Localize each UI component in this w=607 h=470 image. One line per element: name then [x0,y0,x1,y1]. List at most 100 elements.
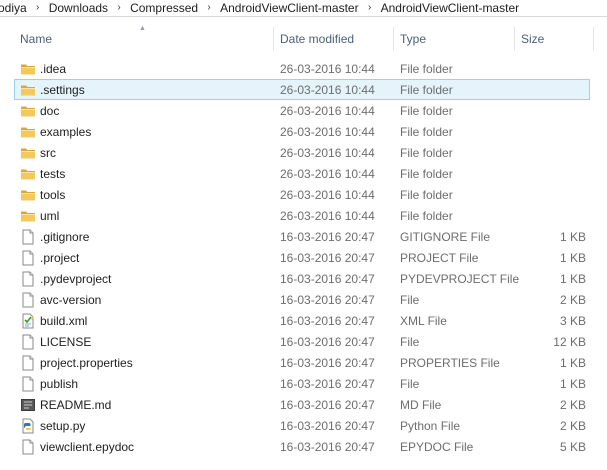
file-row[interactable]: .pydevproject 16-03-2016 20:47 PYDEVPROJEC… [14,268,590,289]
file-type: PROJECT File [400,251,479,265]
file-type: EPYDOC File [400,440,474,454]
file-icon [20,269,36,288]
file-date-modified: 16-03-2016 20:47 [280,335,375,349]
file-date-modified: 26-03-2016 10:44 [280,167,375,181]
file-row[interactable]: publish 16-03-2016 20:47 File 1 KB [14,373,590,394]
file-name: examples [40,125,92,139]
file-name: README.md [40,398,112,412]
file-icon [20,374,36,393]
file-size: 1 KB [559,230,586,244]
file-name: avc-version [40,293,102,307]
folder-icon [20,185,36,204]
folder-icon [20,206,36,225]
file-size [515,101,586,120]
file-type: GITIGNORE File [400,230,491,244]
file-date-modified: 16-03-2016 20:47 [280,356,375,370]
file-row[interactable]: README.md 16-03-2016 20:47 MD File 2 KB [14,394,590,415]
file-name: tools [40,188,66,202]
file-type: File folder [400,125,453,139]
file-date-modified: 16-03-2016 20:47 [280,293,375,307]
file-row[interactable]: LICENSE 16-03-2016 20:47 File 12 KB [14,331,590,352]
file-size: 1 KB [559,377,586,391]
file-size [515,59,586,78]
file-date-modified: 16-03-2016 20:47 [280,272,375,286]
file-type: PROPERTIES File [400,356,500,370]
file-name: .project [40,251,80,265]
file-type: File folder [400,188,453,202]
folder-row[interactable]: tools 26-03-2016 10:44 File folder [14,184,590,205]
file-name: setup.py [40,419,86,433]
file-date-modified: 26-03-2016 10:44 [280,146,375,160]
file-icon [20,353,36,372]
file-row[interactable]: viewclient.epydoc 16-03-2016 20:47 EPYDOC … [14,436,590,457]
folder-row[interactable]: examples 26-03-2016 10:44 File folder [14,121,590,142]
breadcrumb-item[interactable]: AndroidViewClient-master [216,0,363,16]
file-date-modified: 16-03-2016 20:47 [280,230,375,244]
file-date-modified: 16-03-2016 20:47 [280,251,375,265]
breadcrumb-item[interactable]: AndroidViewClient-master [377,0,524,16]
file-size: 1 KB [559,356,586,370]
file-row[interactable]: .project 16-03-2016 20:47 PROJECT File 1 KB [14,247,590,268]
python-file-icon [20,416,36,435]
folder-icon [20,122,36,141]
column-divider[interactable] [593,27,594,51]
file-row[interactable]: setup.py 16-03-2016 20:47 Python File 2 KB [14,415,590,436]
file-name: .settings [40,83,85,97]
folder-icon [20,59,36,78]
file-date-modified: 26-03-2016 10:44 [280,62,375,76]
column-header-size[interactable]: Size [515,25,593,52]
file-row[interactable]: .gitignore 16-03-2016 20:47 GITIGNORE File… [14,226,590,247]
folder-row[interactable]: uml 26-03-2016 10:44 File folder [14,205,590,226]
file-name: tests [40,167,66,181]
breadcrumb-item[interactable]: odiya [0,0,31,16]
folder-row[interactable]: .idea 26-03-2016 10:44 File folder [14,58,590,79]
folder-icon [20,80,36,99]
file-type: File folder [400,104,453,118]
breadcrumb-item[interactable]: Downloads [45,0,112,16]
folder-row[interactable]: .settings 26-03-2016 10:44 File folder [14,79,590,100]
file-date-modified: 26-03-2016 10:44 [280,83,375,97]
file-date-modified: 16-03-2016 20:47 [280,314,375,328]
file-size [515,143,586,162]
file-row[interactable]: avc-version 16-03-2016 20:47 File 2 KB [14,289,590,310]
file-size [515,80,586,99]
file-date-modified: 26-03-2016 10:44 [280,104,375,118]
folder-icon [20,101,36,120]
file-type: File [400,377,420,391]
file-size [515,164,586,183]
breadcrumb: odiya › Downloads › Compressed › Android… [0,0,607,17]
column-header-type[interactable]: Type [394,25,514,52]
folder-row[interactable]: src 26-03-2016 10:44 File folder [14,142,590,163]
file-type: MD File [400,398,442,412]
column-header-name[interactable]: Name [14,25,274,52]
file-row[interactable]: project.properties 16-03-2016 20:47 PROPER… [14,352,590,373]
file-type: Python File [400,419,461,433]
file-type: XML File [400,314,447,328]
file-date-modified: 16-03-2016 20:47 [280,419,375,433]
file-size: 3 KB [559,314,586,328]
chevron-right-icon[interactable]: › [202,0,216,16]
chevron-right-icon[interactable]: › [31,0,45,16]
file-name: viewclient.epydoc [40,440,135,454]
file-size [515,122,586,141]
file-date-modified: 26-03-2016 10:44 [280,188,375,202]
file-date-modified: 16-03-2016 20:47 [280,377,375,391]
column-header-date[interactable]: Date modified [274,25,393,52]
xml-file-icon [20,311,36,330]
file-size [515,206,586,225]
file-name: project.properties [40,356,133,370]
file-type: PYDEVPROJECT File [400,272,520,286]
breadcrumb-item[interactable]: Compressed [126,0,202,16]
file-size: 12 KB [553,335,586,349]
chevron-right-icon[interactable]: › [363,0,377,16]
file-name: .idea [40,62,67,76]
file-size: 1 KB [559,272,586,286]
chevron-right-icon[interactable]: › [112,0,126,16]
file-row[interactable]: build.xml 16-03-2016 20:47 XML File 3 KB [14,310,590,331]
folder-icon [20,143,36,162]
folder-icon [20,164,36,183]
folder-row[interactable]: doc 26-03-2016 10:44 File folder [14,100,590,121]
file-name: .gitignore [40,230,90,244]
file-explorer: odiya › Downloads › Compressed › Android… [0,0,607,470]
folder-row[interactable]: tests 26-03-2016 10:44 File folder [14,163,590,184]
